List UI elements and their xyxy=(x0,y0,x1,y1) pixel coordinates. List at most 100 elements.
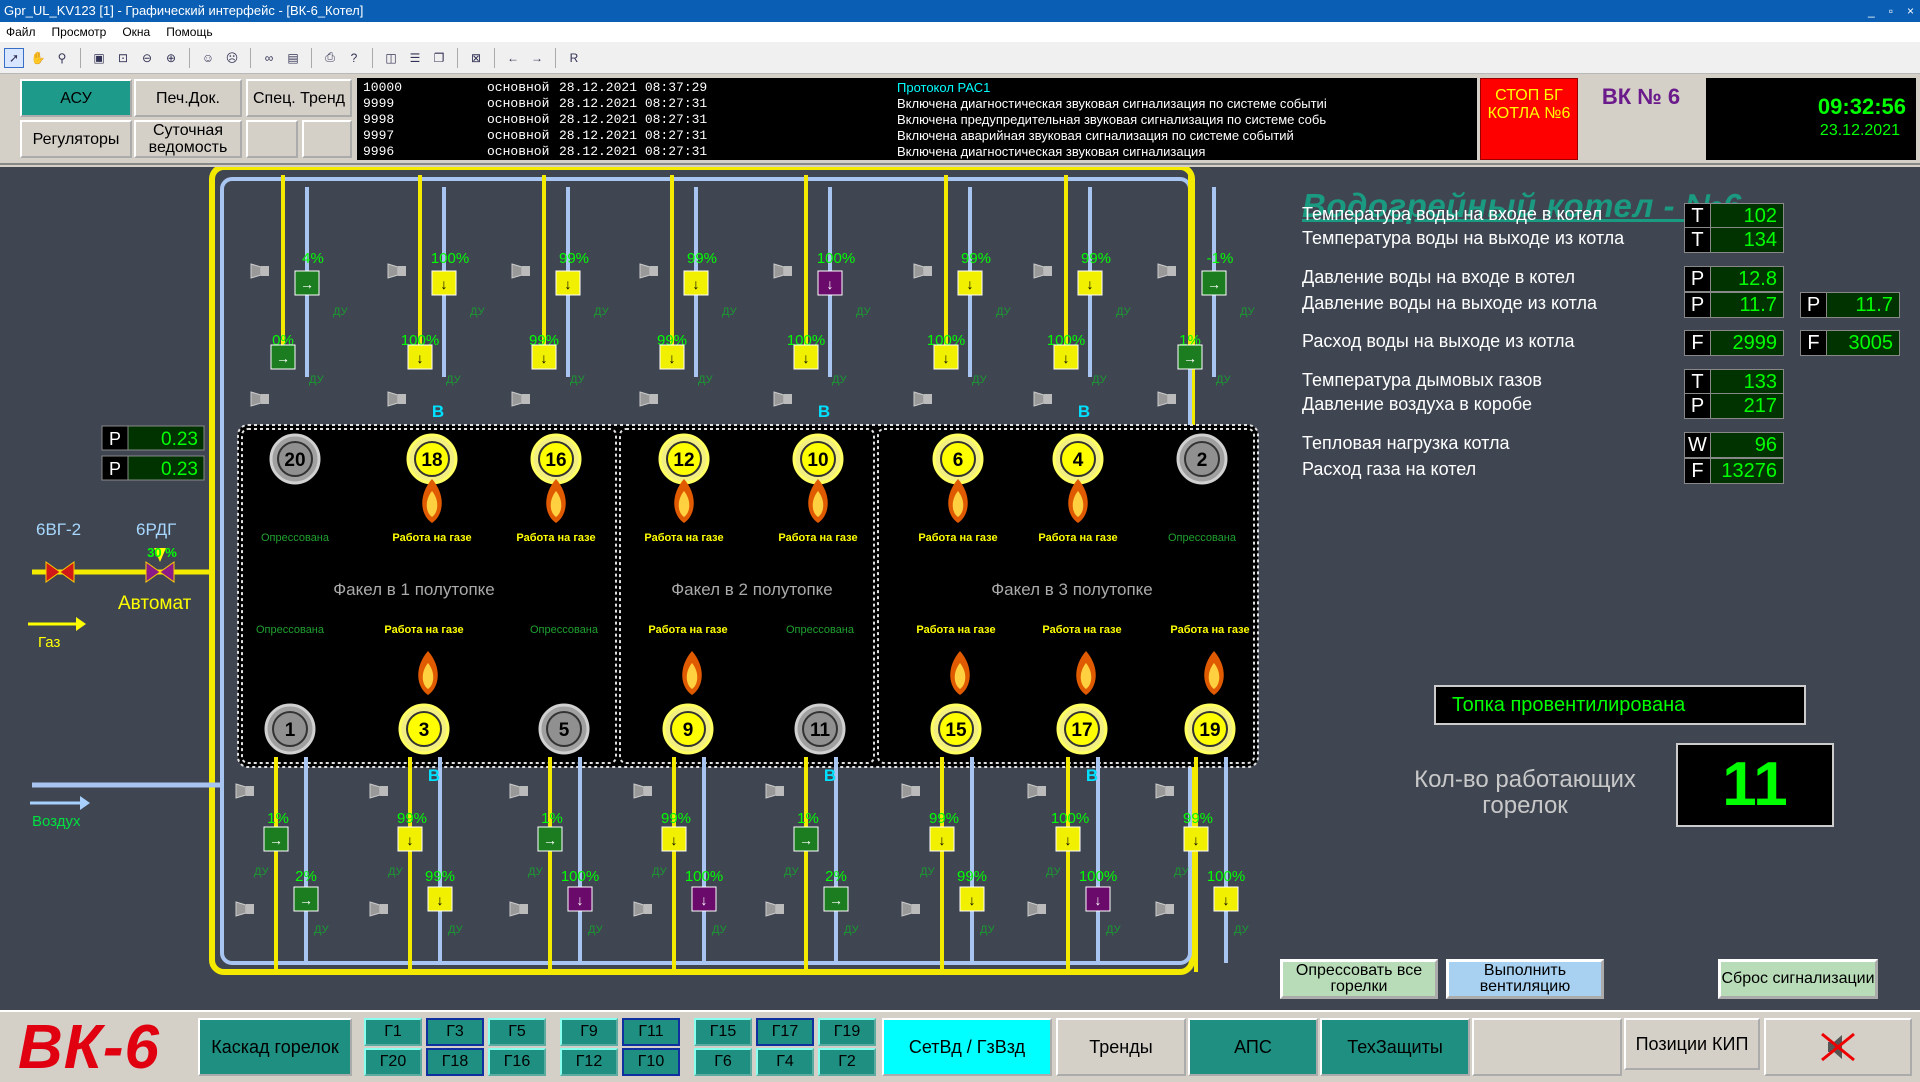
param-value-box[interactable]: W96 xyxy=(1684,432,1784,458)
burner-button[interactable]: Г18 xyxy=(426,1048,484,1076)
log-type: основной xyxy=(487,128,559,144)
binoculars-icon[interactable]: ∞ xyxy=(259,48,279,68)
event-log[interactable]: 10000основной28.12.2021 08:37:29Протокол… xyxy=(357,78,1477,160)
close-icon[interactable]: × xyxy=(1907,0,1914,22)
stop-boiler-button[interactable]: СТОП БГ КОТЛА №6 xyxy=(1480,78,1578,160)
user-off-icon[interactable]: ☹ xyxy=(222,48,242,68)
setvd-button[interactable]: СетВд / ГзВзд xyxy=(882,1018,1052,1076)
damper-body xyxy=(380,904,388,914)
burner-button[interactable]: Г5 xyxy=(488,1018,546,1046)
sound-off-button[interactable] xyxy=(1764,1018,1912,1076)
param-value-box[interactable]: F2999 xyxy=(1684,330,1784,356)
kip-positions-button[interactable]: Позиции КИП xyxy=(1624,1018,1760,1070)
cascade-icon[interactable]: ❐ xyxy=(429,48,449,68)
burner-button[interactable]: Г16 xyxy=(488,1048,546,1076)
valve-direction-icon: → xyxy=(799,832,813,848)
burner-button[interactable]: Г12 xyxy=(560,1048,618,1076)
burner-button[interactable]: Г17 xyxy=(756,1018,814,1046)
param-kind: P xyxy=(1685,293,1711,317)
zoom-actual-icon[interactable]: ▣ xyxy=(89,48,109,68)
damper-body xyxy=(1044,266,1052,276)
burner-button[interactable]: Г9 xyxy=(560,1018,618,1046)
burner-button[interactable]: Г19 xyxy=(818,1018,876,1046)
log-row[interactable]: 10000основной28.12.2021 08:37:29Протокол… xyxy=(363,80,1471,96)
log-row[interactable]: 9996основной28.12.2021 08:27:31Включена … xyxy=(363,144,1471,160)
zoom-fit-icon[interactable]: ⊡ xyxy=(113,48,133,68)
cascade-button[interactable]: Каскад горелок xyxy=(198,1018,352,1076)
aps-button[interactable]: АПС xyxy=(1188,1018,1318,1076)
burner-number: 19 xyxy=(1199,720,1220,741)
window-close-icon[interactable]: ⊠ xyxy=(466,48,486,68)
damper-icon xyxy=(236,902,246,916)
param-value: 217 xyxy=(1711,394,1783,418)
zoom-icon[interactable]: ⚲ xyxy=(52,48,72,68)
log-row[interactable]: 9997основной28.12.2021 08:27:31Включена … xyxy=(363,128,1471,144)
burner-button[interactable]: Г6 xyxy=(694,1048,752,1076)
param-label: Температура воды на выходе из котла xyxy=(1302,228,1624,249)
burner-button[interactable]: Г20 xyxy=(364,1048,422,1076)
param-value-box[interactable]: P217 xyxy=(1684,393,1784,419)
users-icon[interactable]: ☺ xyxy=(198,48,218,68)
param-value: 134 xyxy=(1711,228,1783,252)
zoom-out-icon[interactable]: ⊖ xyxy=(137,48,157,68)
burner-button[interactable]: Г3 xyxy=(426,1018,484,1046)
reset-alarm-button[interactable]: Сброс сигнализации xyxy=(1718,959,1878,999)
burner-b-label: В xyxy=(824,766,836,785)
tile-horizontal-icon[interactable]: ☰ xyxy=(405,48,425,68)
valve-percent: 99% xyxy=(661,810,691,827)
print-icon[interactable]: ⎙ xyxy=(320,48,340,68)
empty-button-1[interactable] xyxy=(246,120,298,158)
pressurize-all-button[interactable]: Опрессовать все горелки xyxy=(1280,959,1438,999)
tile-vertical-icon[interactable]: ◫ xyxy=(381,48,401,68)
menu-windows[interactable]: Окна xyxy=(122,22,150,42)
table-icon[interactable]: ▤ xyxy=(283,48,303,68)
regulators-button[interactable]: Регуляторы xyxy=(20,120,132,158)
menu-view[interactable]: Просмотр xyxy=(52,22,107,42)
special-trend-button[interactable]: Спец. Тренд xyxy=(246,79,352,117)
param-value-box[interactable]: T102 xyxy=(1684,203,1784,229)
param-value-box[interactable]: F13276 xyxy=(1684,458,1784,484)
param-label: Температура воды на входе в котел xyxy=(1302,204,1602,225)
zoom-in-icon[interactable]: ⊕ xyxy=(161,48,181,68)
pointer-icon[interactable]: ➚ xyxy=(4,48,24,68)
help-icon[interactable]: ? xyxy=(344,48,364,68)
shutoff-valve-icon[interactable] xyxy=(46,562,74,582)
log-row[interactable]: 9999основной28.12.2021 08:27:31Включена … xyxy=(363,96,1471,112)
daily-report-button[interactable]: Суточная ведомость xyxy=(134,120,242,158)
burner-button[interactable]: Г15 xyxy=(694,1018,752,1046)
valve-percent: 1% xyxy=(797,810,819,827)
asu-button[interactable]: АСУ xyxy=(20,79,132,117)
hand-icon[interactable]: ✋ xyxy=(28,48,48,68)
valve-percent: 1% xyxy=(267,810,289,827)
burner-button[interactable]: Г10 xyxy=(622,1048,680,1076)
log-row[interactable]: 9998основной28.12.2021 08:27:31Включена … xyxy=(363,112,1471,128)
valve-percent: 99% xyxy=(1081,250,1111,267)
maximize-icon[interactable]: ▫ xyxy=(1889,0,1893,22)
param-value-box[interactable]: T133 xyxy=(1684,369,1784,395)
burner-button[interactable]: Г4 xyxy=(756,1048,814,1076)
ventilation-button[interactable]: Выполнить вентиляцию xyxy=(1446,959,1604,999)
param-value-box[interactable]: P11.7 xyxy=(1684,292,1784,318)
burner-button[interactable]: Г11 xyxy=(622,1018,680,1046)
burner-button[interactable]: Г2 xyxy=(818,1048,876,1076)
param-value-box[interactable]: T134 xyxy=(1684,227,1784,253)
param-value-box[interactable]: P11.7 xyxy=(1800,292,1900,318)
valve-percent: 99% xyxy=(687,250,717,267)
param-value-box[interactable]: P12.8 xyxy=(1684,266,1784,292)
param-value-box[interactable]: F3005 xyxy=(1800,330,1900,356)
minimize-icon[interactable]: _ xyxy=(1868,0,1875,22)
menu-file[interactable]: Файл xyxy=(6,22,36,42)
back-arrow-icon[interactable]: ← xyxy=(503,48,523,68)
burner-number: 16 xyxy=(545,450,566,471)
burner-number: 18 xyxy=(421,450,442,471)
print-doc-button[interactable]: Печ.Док. xyxy=(134,79,242,117)
control-valve-icon[interactable] xyxy=(146,562,174,582)
refresh-r-icon[interactable]: R xyxy=(564,48,584,68)
burner-button[interactable]: Г1 xyxy=(364,1018,422,1046)
menu-help[interactable]: Помощь xyxy=(166,22,212,42)
forward-arrow-icon[interactable]: → xyxy=(527,48,547,68)
trends-button[interactable]: Тренды xyxy=(1056,1018,1186,1076)
empty-button-2[interactable] xyxy=(302,120,352,158)
tech-protection-button[interactable]: ТехЗащиты xyxy=(1320,1018,1470,1076)
empty-footer-button[interactable] xyxy=(1472,1018,1622,1076)
